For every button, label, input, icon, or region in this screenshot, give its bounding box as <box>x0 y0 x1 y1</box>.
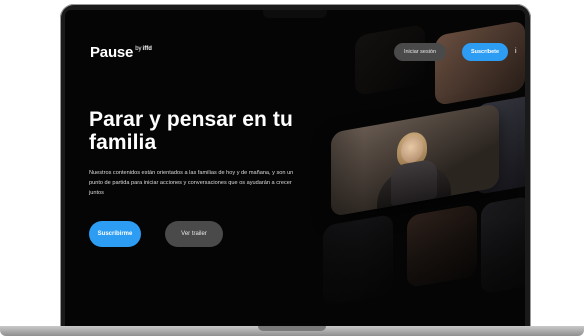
collage-card <box>323 213 393 307</box>
site-logo[interactable]: Pause by iffd <box>90 44 152 61</box>
collage-card <box>481 195 525 295</box>
collage-card <box>407 203 477 289</box>
login-button[interactable]: Iniciar sesión <box>394 43 446 61</box>
camera-notch <box>263 10 327 18</box>
laptop-screen: Pause by iffd Iniciar sesión Suscríbete … <box>65 10 525 330</box>
menu-icon[interactable]: i <box>515 47 519 57</box>
logo-by-text: by <box>135 46 142 52</box>
subscribe-header-button[interactable]: Suscríbete <box>462 43 508 61</box>
person-body <box>391 158 437 207</box>
featured-video-card <box>331 103 499 217</box>
laptop-groove <box>258 326 326 331</box>
logo-brand-text: iffd <box>142 46 152 52</box>
hero-description: Nuestros contenidos están orientados a l… <box>89 170 294 196</box>
subscribe-cta-button[interactable]: Suscribirme <box>89 221 141 247</box>
collage-card <box>435 20 525 106</box>
hero-title: Parar y pensar en tu familia <box>89 108 293 154</box>
watch-trailer-button[interactable]: Ver trailer <box>165 221 223 247</box>
logo-text: Pause <box>90 44 134 61</box>
